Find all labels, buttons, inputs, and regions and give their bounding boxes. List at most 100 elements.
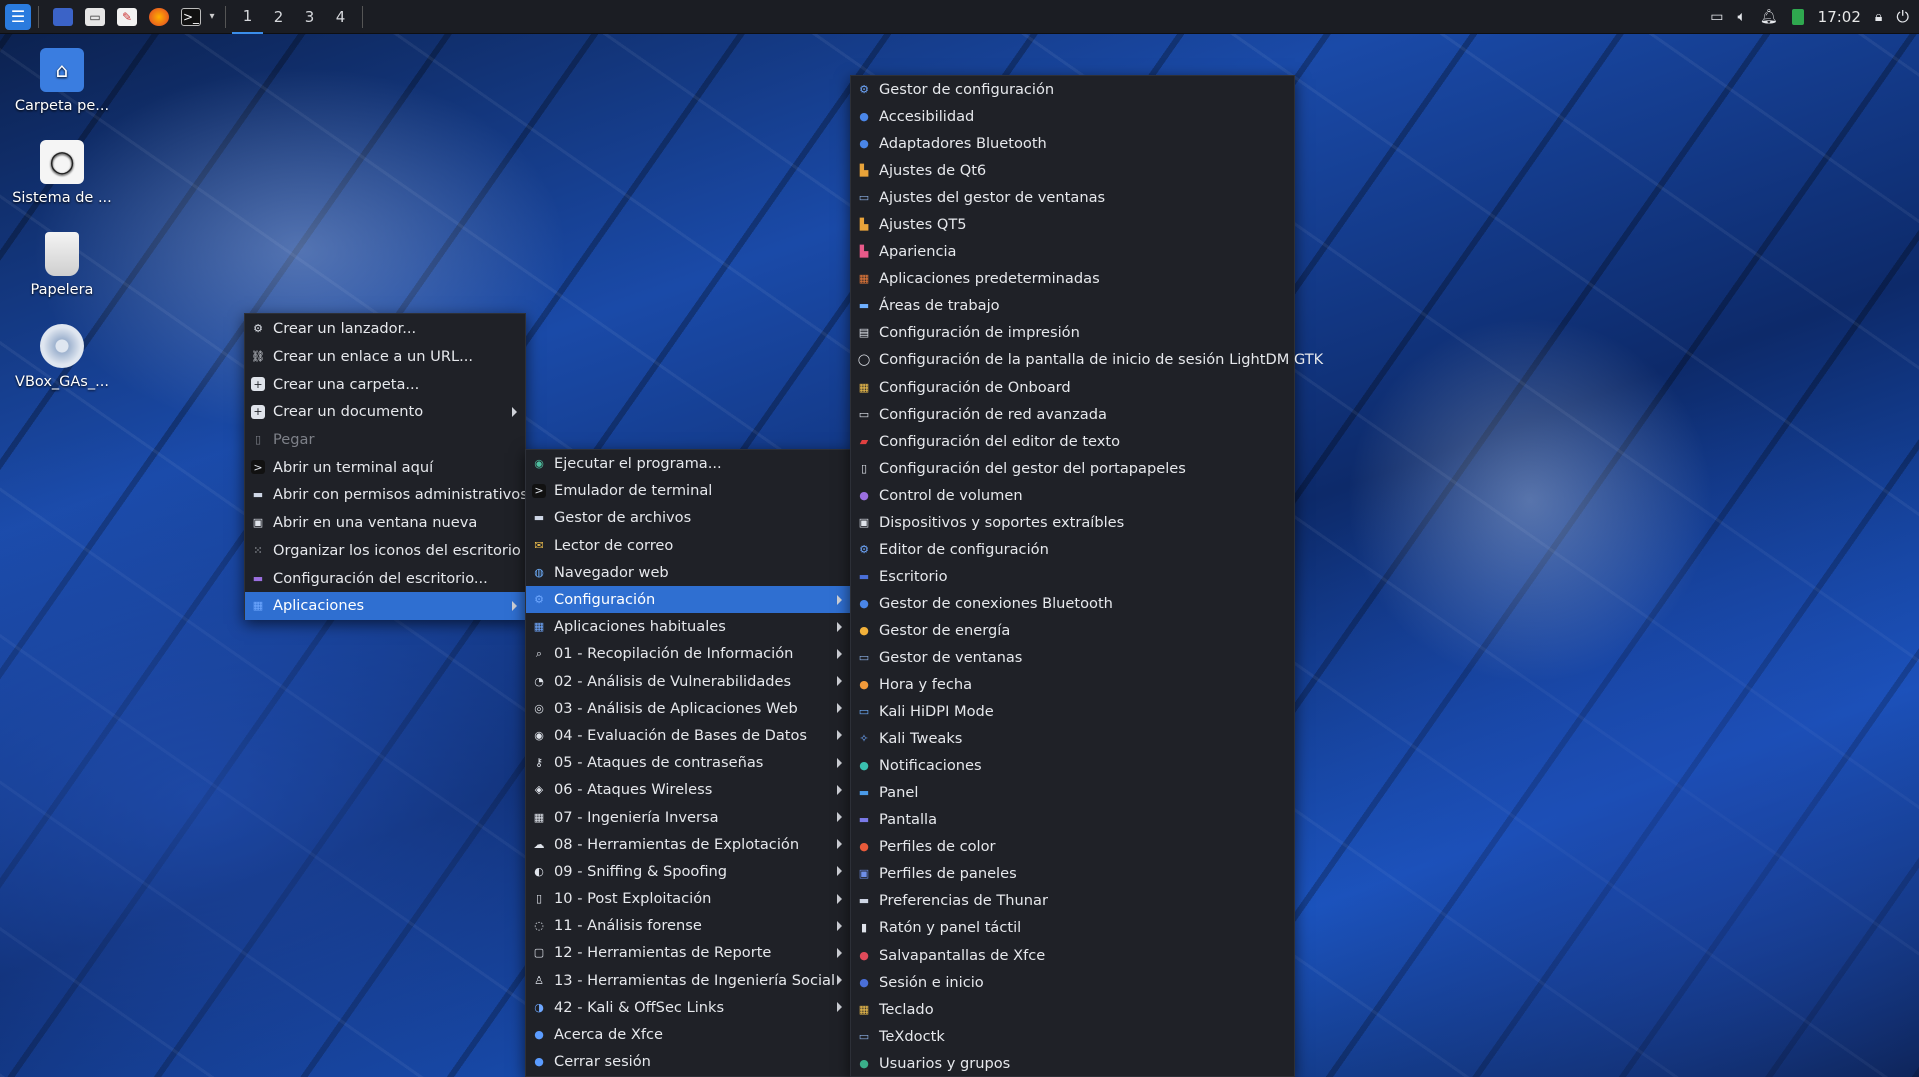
display-icon[interactable]: ▭ <box>1710 9 1723 25</box>
workspace-4[interactable]: 4 <box>325 0 356 34</box>
menu-item-perfiles-de-color[interactable]: ● Perfiles de color <box>851 833 1294 860</box>
menu-item-gestor-de-conexiones-bluetooth[interactable]: ● Gestor de conexiones Bluetooth <box>851 590 1294 617</box>
menu-item-panel[interactable]: ▬ Panel <box>851 779 1294 806</box>
menu-item-configuracion-de-onboard[interactable]: ▦ Configuración de Onboard <box>851 374 1294 401</box>
menu-item-42-kali-offsec-links[interactable]: ◑ 42 - Kali & OffSec Links <box>526 994 850 1021</box>
text-editor-launcher[interactable]: ✎ <box>113 2 141 32</box>
menu-item-notificaciones[interactable]: ● Notificaciones <box>851 752 1294 779</box>
menu-item-dispositivos-y-soportes-extraibles[interactable]: ▣ Dispositivos y soportes extraíbles <box>851 509 1294 536</box>
menu-item-ajustes-qt5[interactable]: ▙ Ajustes QT5 <box>851 211 1294 238</box>
users-icon: ● <box>859 1056 869 1070</box>
menu-item-gestor-de-energia[interactable]: ● Gestor de energía <box>851 617 1294 644</box>
menu-item-pegar[interactable]: ▯ Pegar <box>245 426 525 454</box>
menu-item-configuracion-de-la-pantalla-de-inicio-de-sesion-lightdm-gtk[interactable]: ◯ Configuración de la pantalla de inicio … <box>851 346 1323 373</box>
menu-item-lector-de-correo[interactable]: ✉ Lector de correo <box>526 532 850 559</box>
menu-item-abrir-un-terminal-aqui[interactable]: > Abrir un terminal aquí <box>245 453 525 481</box>
volume-icon[interactable]: 🔈︎ <box>1737 9 1745 25</box>
menu-item-abrir-con-permisos-administrativos[interactable]: ▬ Abrir con permisos administrativos <box>245 481 528 509</box>
menu-item-configuracion-de-impresion[interactable]: ▤ Configuración de impresión <box>851 319 1294 346</box>
menu-item-abrir-en-una-ventana-nueva[interactable]: ▣ Abrir en una ventana nueva <box>245 509 525 537</box>
menu-item-gestor-de-archivos[interactable]: ▬ Gestor de archivos <box>526 504 850 531</box>
clock[interactable]: 17:02 <box>1818 8 1861 26</box>
menu-item-emulador-de-terminal[interactable]: > Emulador de terminal <box>526 477 850 504</box>
workspace-3[interactable]: 3 <box>294 0 325 34</box>
menu-item-crear-un-lanzador[interactable]: ⚙ Crear un lanzador... <box>245 315 525 343</box>
workspace-2[interactable]: 2 <box>263 0 294 34</box>
show-desktop-button[interactable] <box>49 2 77 32</box>
menu-item-organizar-los-iconos-del-escritorio[interactable]: ⁙ Organizar los iconos del escritorio <box>245 537 525 565</box>
terminal-launcher[interactable]: >_ <box>177 2 205 32</box>
menu-item-06-ataques-wireless[interactable]: ◈ 06 - Ataques Wireless <box>526 776 850 803</box>
menu-item-crear-una-carpeta[interactable]: + Crear una carpeta... <box>245 370 525 398</box>
menu-item-hora-y-fecha[interactable]: ● Hora y fecha <box>851 671 1294 698</box>
menu-item-teclado[interactable]: ▦ Teclado <box>851 996 1294 1023</box>
menu-item-navegador-web[interactable]: ◍ Navegador web <box>526 559 850 586</box>
menu-item-13-herramientas-de-ingenieria-social[interactable]: ♙ 13 - Herramientas de Ingeniería Social <box>526 967 850 994</box>
battery-icon[interactable] <box>1791 9 1804 25</box>
menu-item-apariencia[interactable]: ▙ Apariencia <box>851 238 1294 265</box>
keyboard-icon: ▦ <box>858 1002 870 1016</box>
desktop-icon-home-folder[interactable]: ⌂ Carpeta pe... <box>7 48 117 114</box>
menu-item-control-de-volumen[interactable]: ● Control de volumen <box>851 482 1294 509</box>
file-manager-launcher[interactable]: ▭ <box>81 2 109 32</box>
menu-item-10-post-exploitacion[interactable]: ▯ 10 - Post Exploitación <box>526 885 850 912</box>
menu-item-11-analisis-forense[interactable]: ◌ 11 - Análisis forense <box>526 912 850 939</box>
desktop-icon-vbox-cd[interactable]: VBox_GAs_... <box>7 324 117 390</box>
menu-item-01-recopilacion-de-informacion[interactable]: ⌕ 01 - Recopilación de Información <box>526 640 850 667</box>
power-icon[interactable]: ⏻ <box>1896 7 1909 27</box>
menu-item-perfiles-de-paneles[interactable]: ▣ Perfiles de paneles <box>851 860 1294 887</box>
menu-item-editor-de-configuracion[interactable]: ⚙ Editor de configuración <box>851 536 1294 563</box>
menu-item-crear-un-documento[interactable]: + Crear un documento <box>245 398 525 426</box>
menu-item-ajustes-de-qt6[interactable]: ▙ Ajustes de Qt6 <box>851 157 1294 184</box>
desktop-icon-filesystem[interactable]: ◯ Sistema de ... <box>7 140 117 206</box>
menu-item-03-analisis-de-aplicaciones-web[interactable]: ◎ 03 - Análisis de Aplicaciones Web <box>526 695 850 722</box>
menu-item-aplicaciones-habituales[interactable]: ▦ Aplicaciones habituales <box>526 613 850 640</box>
menu-item-escritorio[interactable]: ▬ Escritorio <box>851 563 1294 590</box>
menu-item-gestor-de-ventanas[interactable]: ▭ Gestor de ventanas <box>851 644 1294 671</box>
menu-item-configuracion-del-gestor-del-portapapeles[interactable]: ▯ Configuración del gestor del portapapel… <box>851 455 1294 482</box>
menu-item-texdoctk[interactable]: ▭ TeXdoctk <box>851 1023 1294 1050</box>
submenu-arrow-icon <box>837 1002 842 1013</box>
menu-item-04-evaluacion-de-bases-de-datos[interactable]: ◉ 04 - Evaluación de Bases de Datos <box>526 722 850 749</box>
menu-item-aplicaciones-predeterminadas[interactable]: ▦ Aplicaciones predeterminadas <box>851 265 1294 292</box>
menu-item-aplicaciones[interactable]: ▦ Aplicaciones <box>245 591 525 620</box>
menu-item-configuracion-del-escritorio[interactable]: ▬ Configuración del escritorio... <box>245 564 525 592</box>
menu-item-usuarios-y-grupos[interactable]: ● Usuarios y grupos <box>851 1050 1294 1077</box>
menu-item-raton-y-panel-tactil[interactable]: ▮ Ratón y panel táctil <box>851 914 1294 941</box>
kali-menu-button[interactable]: ☰ <box>4 2 32 32</box>
menu-item-sesion-e-inicio[interactable]: ● Sesión e inicio <box>851 969 1294 996</box>
menu-item-02-analisis-de-vulnerabilidades[interactable]: ◔ 02 - Análisis de Vulnerabilidades <box>526 668 850 695</box>
workspace-1[interactable]: 1 <box>232 0 263 34</box>
menu-item-salvapantallas-de-xfce[interactable]: ● Salvapantallas de Xfce <box>851 942 1294 969</box>
menu-item-acerca-de-xfce[interactable]: ● Acerca de Xfce <box>526 1021 850 1048</box>
menu-item-09-sniffing-spoofing[interactable]: ◐ 09 - Sniffing & Spoofing <box>526 858 850 885</box>
menu-item-kali-hidpi-mode[interactable]: ▭ Kali HiDPI Mode <box>851 698 1294 725</box>
submenu-arrow-icon <box>837 812 842 823</box>
terminal-dropdown-button[interactable]: ▾ <box>205 2 219 32</box>
menu-item-crear-un-enlace-a-un-url[interactable]: ⛓ Crear un enlace a un URL... <box>245 343 525 371</box>
menu-item-kali-tweaks[interactable]: ✧ Kali Tweaks <box>851 725 1294 752</box>
firefox-launcher[interactable] <box>145 2 173 32</box>
menu-item-accesibilidad[interactable]: ● Accesibilidad <box>851 103 1294 130</box>
menu-item-07-ingenieria-inversa[interactable]: ▦ 07 - Ingeniería Inversa <box>526 803 850 830</box>
menu-item-cerrar-sesion[interactable]: ● Cerrar sesión <box>526 1048 850 1075</box>
desktop-icon-trash[interactable]: Papelera <box>7 232 117 298</box>
menu-item-gestor-de-configuracion[interactable]: ⚙ Gestor de configuración <box>851 76 1294 103</box>
menu-item-adaptadores-bluetooth[interactable]: ● Adaptadores Bluetooth <box>851 130 1294 157</box>
lock-icon[interactable]: 🔒︎ <box>1875 9 1882 25</box>
menu-item-05-ataques-de-contrasenas[interactable]: ⚷ 05 - Ataques de contraseñas <box>526 749 850 776</box>
menu-item-pantalla[interactable]: ▬ Pantalla <box>851 806 1294 833</box>
submenu-arrow-icon <box>837 730 842 741</box>
menu-item-configuracion[interactable]: ⚙ Configuración <box>526 585 850 614</box>
keyboard-icon: ▦ <box>858 380 870 394</box>
forensics-icon: ◌ <box>534 919 544 933</box>
notifications-icon[interactable]: 🔔︎ <box>1760 9 1778 25</box>
menu-item-08-herramientas-de-explotacion[interactable]: ☁ 08 - Herramientas de Explotación <box>526 831 850 858</box>
menu-item-preferencias-de-thunar[interactable]: ▬ Preferencias de Thunar <box>851 887 1294 914</box>
menu-item-12-herramientas-de-reporte[interactable]: ▢ 12 - Herramientas de Reporte <box>526 939 850 966</box>
menu-item-ejecutar-el-programa[interactable]: ◉ Ejecutar el programa... <box>526 450 850 477</box>
menu-item-configuracion-de-red-avanzada[interactable]: ▭ Configuración de red avanzada <box>851 401 1294 428</box>
menu-item-configuracion-del-editor-de-texto[interactable]: ▰ Configuración del editor de texto <box>851 428 1294 455</box>
menu-item-ajustes-del-gestor-de-ventanas[interactable]: ▭ Ajustes del gestor de ventanas <box>851 184 1294 211</box>
menu-item-areas-de-trabajo[interactable]: ▬ Áreas de trabajo <box>851 292 1294 319</box>
